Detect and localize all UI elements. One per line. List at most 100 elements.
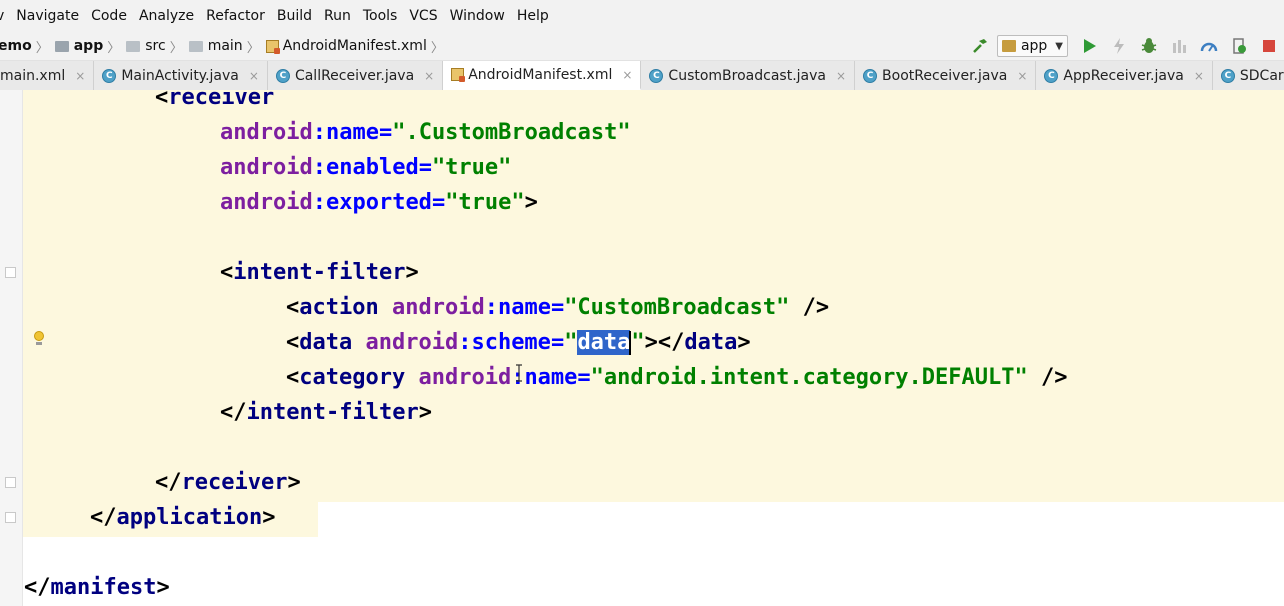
tab-main-xml[interactable]: main.xml × — [0, 61, 95, 90]
code-line[interactable]: <action android:name="CustomBroadcast" /… — [286, 290, 829, 325]
menu-item-tools[interactable]: Tools — [357, 8, 404, 24]
menu-item-window[interactable]: Window — [444, 8, 511, 24]
token-attribute: scheme — [471, 330, 551, 355]
run-configuration-label: app — [1020, 38, 1048, 54]
token-equals: = — [431, 190, 446, 215]
build-hammer-icon[interactable] — [965, 32, 995, 60]
breadcrumb-separator-icon: 〉 — [107, 40, 121, 56]
folder-icon — [188, 40, 203, 52]
breadcrumb-project[interactable]: emo 〉 — [0, 37, 55, 56]
tab-label: MainActivity.java — [121, 67, 239, 84]
tab-callreceiver[interactable]: C CallReceiver.java × — [268, 61, 444, 90]
token-colon: : — [312, 190, 326, 215]
code-line[interactable]: android:exported="true"> — [220, 185, 538, 220]
xml-file-icon — [451, 68, 466, 82]
xml-file-icon — [265, 39, 280, 54]
close-icon[interactable]: × — [1194, 69, 1204, 83]
tab-mainactivity[interactable]: C MainActivity.java × — [94, 61, 268, 90]
code-line[interactable]: <intent-filter> — [220, 255, 419, 290]
token-attribute: name — [325, 120, 379, 145]
close-icon[interactable]: × — [622, 68, 632, 82]
code-line[interactable]: </receiver> — [155, 465, 301, 500]
close-icon[interactable]: × — [424, 69, 434, 83]
token-tag: receiver — [181, 470, 288, 495]
token-value: "android.intent.category.DEFAULT" — [590, 365, 1028, 390]
close-icon[interactable]: × — [75, 69, 85, 83]
token-tag: intent-filter — [246, 400, 419, 425]
tab-appreceiver[interactable]: C AppReceiver.java × — [1036, 61, 1213, 90]
token-namespace: android — [391, 295, 485, 320]
code-line[interactable]: <receiver — [155, 90, 274, 115]
token-equals: = — [378, 120, 393, 145]
token-attribute: name — [524, 365, 578, 390]
fold-marker-icon[interactable] — [5, 477, 16, 488]
java-class-icon: C — [1044, 68, 1059, 83]
tab-androidmanifest[interactable]: AndroidManifest.xml × — [443, 61, 642, 90]
menu-item-run[interactable]: Run — [318, 8, 357, 24]
token-namespace: android — [220, 120, 313, 145]
token-namespace: android — [418, 365, 512, 390]
code-line[interactable]: </manifest> — [24, 570, 170, 605]
tab-label: AndroidManifest.xml — [468, 66, 613, 83]
code-line[interactable]: </application> — [90, 500, 275, 535]
code-editor[interactable]: <receiver android:name=".CustomBroadcast… — [0, 90, 1284, 606]
menu-item-code[interactable]: Code — [85, 8, 133, 24]
tab-label: CallReceiver.java — [294, 67, 415, 84]
token-attribute: enabled — [325, 155, 419, 180]
token-tag: category — [299, 365, 406, 390]
tab-bootreceiver[interactable]: C BootReceiver.java × — [855, 61, 1037, 90]
token-bracket: > — [262, 505, 276, 530]
breadcrumb-file[interactable]: AndroidManifest.xml 〉 — [265, 37, 450, 56]
attach-debugger-icon[interactable] — [1224, 32, 1254, 60]
tab-label: AppReceiver.java — [1063, 67, 1184, 84]
fold-marker-icon[interactable] — [5, 512, 16, 523]
token-bracket: > — [287, 470, 301, 495]
tab-custombroadcast[interactable]: C CustomBroadcast.java × — [641, 61, 856, 90]
breadcrumb-main[interactable]: main 〉 — [188, 37, 266, 56]
code-line[interactable]: <data android:scheme="data"></data> — [286, 325, 751, 360]
coverage-icon[interactable] — [1164, 32, 1194, 60]
code-line[interactable]: android:enabled="true" — [220, 150, 511, 185]
chevron-down-icon: ▼ — [1055, 40, 1063, 52]
token-bracket: > — [156, 575, 170, 600]
token-equals: = — [550, 295, 565, 320]
breadcrumb-separator-icon: 〉 — [35, 40, 49, 56]
close-icon[interactable]: × — [1017, 69, 1027, 83]
menu-item-vcs[interactable]: VCS — [403, 8, 443, 24]
menu-item-help[interactable]: Help — [511, 8, 555, 24]
breadcrumb-file-label: AndroidManifest.xml — [282, 38, 427, 54]
menu-item-refactor[interactable]: Refactor — [200, 8, 271, 24]
text-selection[interactable]: data — [577, 330, 631, 355]
token-tag: application — [116, 505, 263, 530]
run-icon[interactable] — [1074, 32, 1104, 60]
apply-changes-icon[interactable] — [1104, 32, 1134, 60]
menu-item-analyze[interactable]: Analyze — [133, 8, 200, 24]
token-bracket: < — [286, 365, 300, 390]
breadcrumb-module[interactable]: app 〉 — [54, 37, 127, 56]
token-namespace: android — [365, 330, 459, 355]
menu-item-v[interactable]: v — [0, 8, 10, 24]
fold-marker-icon[interactable] — [5, 267, 16, 278]
profiler-icon[interactable] — [1194, 32, 1224, 60]
menu-item-navigate[interactable]: Navigate — [10, 8, 85, 24]
token-attribute: name — [497, 295, 551, 320]
java-class-icon: C — [275, 68, 290, 83]
close-icon[interactable]: × — [836, 69, 846, 83]
tab-label: main.xml — [0, 67, 66, 84]
code-line[interactable]: </intent-filter> — [220, 395, 432, 430]
run-configuration-select[interactable]: app ▼ — [996, 35, 1068, 57]
java-class-icon: C — [1220, 68, 1235, 83]
menu-item-build[interactable]: Build — [271, 8, 318, 24]
token-quote: " — [631, 330, 645, 355]
editor-tabs: main.xml × C MainActivity.java × C CallR… — [0, 61, 1284, 91]
stop-icon[interactable] — [1254, 32, 1284, 60]
code-line[interactable]: <category android:name="android.intent.c… — [286, 360, 1068, 395]
debug-icon[interactable] — [1134, 32, 1164, 60]
tab-sdcardreceiver[interactable]: C SDCardRec — [1213, 61, 1284, 90]
lightbulb-icon[interactable] — [33, 331, 45, 345]
breadcrumb-src[interactable]: src 〉 — [126, 37, 188, 56]
close-icon[interactable]: × — [249, 69, 259, 83]
editor-gutter[interactable] — [0, 90, 23, 606]
token-colon: : — [458, 330, 472, 355]
code-line[interactable]: android:name=".CustomBroadcast" — [220, 115, 631, 150]
